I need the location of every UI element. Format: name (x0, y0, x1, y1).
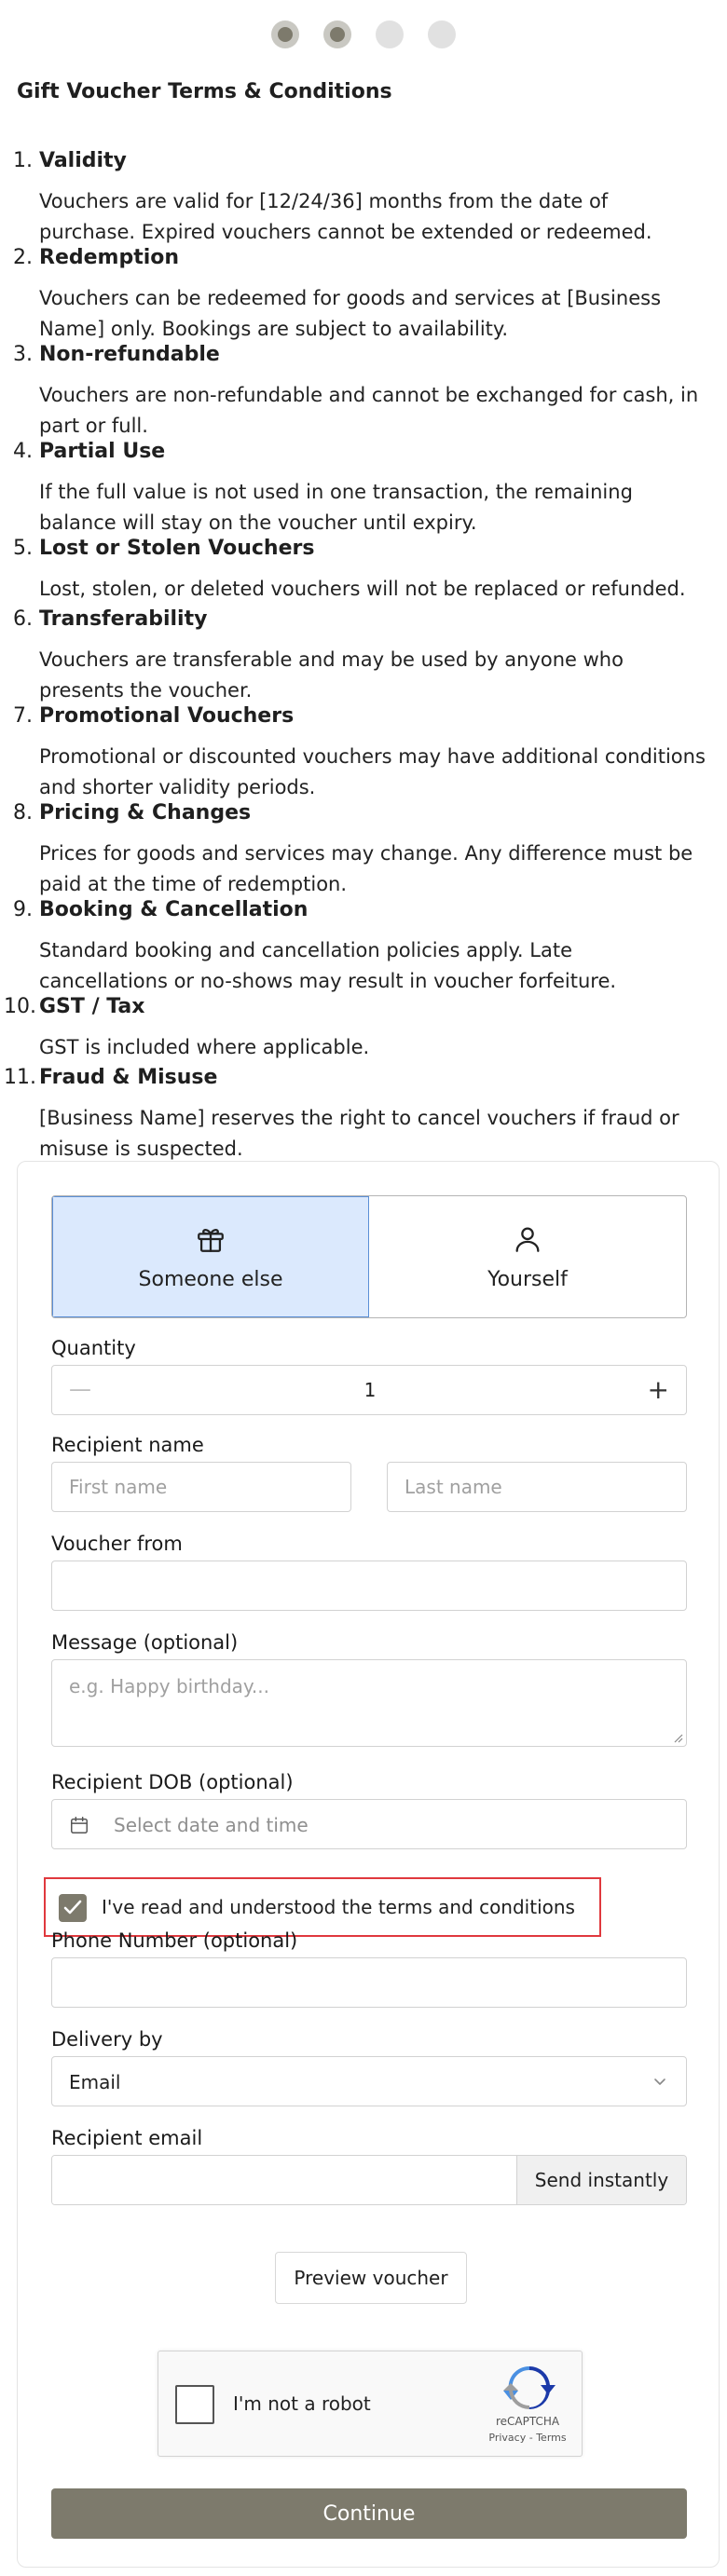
calendar-icon (71, 1817, 88, 1833)
term-number: 10. (4, 995, 36, 1018)
phone-label: Phone Number (optional) (51, 1929, 298, 1952)
last-name-input[interactable] (387, 1462, 687, 1512)
dob-label: Recipient DOB (optional) (51, 1771, 294, 1793)
term-body: [Business Name] reserves the right to ca… (39, 1107, 679, 1160)
term-number: 2. (13, 246, 33, 269)
step-dot-3 (376, 20, 404, 48)
terms-consent-label: I've read and understood the terms and c… (102, 1896, 575, 1918)
delivery-select[interactable]: Email (51, 2056, 687, 2106)
term-heading: Non-refundable (39, 343, 220, 366)
term-number: 11. (4, 1066, 36, 1089)
dob-date-picker[interactable]: Select date and time (51, 1799, 687, 1849)
term-heading: Transferability (39, 607, 208, 631)
resize-handle-icon[interactable] (672, 1732, 683, 1743)
term-number: 4. (13, 440, 33, 463)
tab-label: Someone else (138, 1267, 283, 1291)
term-number: 5. (13, 537, 33, 560)
dob-placeholder: Select date and time (114, 1814, 309, 1836)
term-number: 3. (13, 343, 33, 366)
term-body: Promotional or discounted vouchers may h… (39, 745, 706, 798)
term-number: 7. (13, 704, 33, 728)
user-icon (515, 1227, 540, 1252)
step-dot-1 (271, 20, 299, 48)
recaptcha-checkbox[interactable] (175, 2385, 214, 2424)
send-instantly-button[interactable]: Send instantly (516, 2156, 686, 2204)
voucher-form-card: Someone else Yourself Quantity — 1 + Rec… (17, 1161, 720, 2568)
term-number: 1. (13, 149, 33, 172)
term-heading: Partial Use (39, 440, 166, 463)
message-label: Message (optional) (51, 1631, 239, 1654)
gift-icon (198, 1228, 224, 1252)
quantity-stepper: — 1 + (51, 1365, 687, 1415)
voucher-from-input[interactable] (51, 1561, 687, 1611)
quantity-label: Quantity (51, 1337, 136, 1359)
term-heading: Pricing & Changes (39, 801, 252, 825)
terms-checkbox[interactable] (59, 1894, 87, 1922)
recipient-email-label: Recipient email (51, 2127, 203, 2149)
term-body: Prices for goods and services may change… (39, 842, 693, 895)
delivery-value: Email (69, 2071, 121, 2093)
phone-input[interactable] (51, 1957, 687, 2008)
step-dot-4 (428, 20, 456, 48)
term-number: 8. (13, 801, 33, 825)
increment-button[interactable]: + (648, 1374, 669, 1405)
term-heading: Promotional Vouchers (39, 704, 295, 728)
term-heading: Booking & Cancellation (39, 898, 309, 921)
recipient-email-group: Send instantly (51, 2155, 687, 2205)
tab-someone-else[interactable]: Someone else (52, 1196, 369, 1317)
recaptcha-label: I'm not a robot (233, 2392, 371, 2415)
term-body: Vouchers are valid for [12/24/36] months… (39, 190, 652, 243)
recaptcha-widget: I'm not a robot reCAPTCHA Privacy - Term… (158, 2351, 583, 2457)
term-number: 9. (13, 898, 33, 921)
continue-button[interactable]: Continue (51, 2488, 687, 2539)
voucher-from-label: Voucher from (51, 1533, 183, 1555)
term-body: Standard booking and cancellation polici… (39, 939, 617, 992)
term-body: Vouchers are non-refundable and cannot b… (39, 384, 699, 437)
term-heading: GST / Tax (39, 995, 145, 1018)
terms-consent[interactable]: I've read and understood the terms and c… (44, 1877, 601, 1937)
recaptcha-brand: reCAPTCHA (495, 2415, 560, 2428)
term-heading: Validity (39, 149, 127, 172)
term-number: 6. (13, 607, 33, 631)
message-textarea[interactable] (51, 1659, 687, 1747)
term-body: Vouchers can be redeemed for goods and s… (39, 287, 662, 340)
recaptcha-links[interactable]: Privacy - Terms (485, 2432, 570, 2444)
progress-steps (0, 20, 727, 48)
tab-yourself[interactable]: Yourself (369, 1196, 686, 1317)
step-dot-2 (323, 20, 351, 48)
term-body: Vouchers are transferable and may be use… (39, 648, 624, 702)
recipient-name-label: Recipient name (51, 1434, 204, 1456)
term-body: If the full value is not used in one tra… (39, 481, 633, 534)
first-name-input[interactable] (51, 1462, 351, 1512)
term-heading: Redemption (39, 246, 180, 269)
delivery-label: Delivery by (51, 2028, 163, 2051)
recipient-email-input[interactable] (52, 2156, 518, 2204)
chevron-down-icon (654, 2079, 665, 2085)
checkmark-icon (63, 1900, 82, 1915)
term-body: GST is included where applicable. (39, 1036, 370, 1058)
preview-voucher-button[interactable]: Preview voucher (275, 2252, 467, 2304)
tab-label: Yourself (487, 1267, 568, 1291)
recipient-type-tabs: Someone else Yourself (51, 1195, 687, 1318)
term-body: Lost, stolen, or deleted vouchers will n… (39, 578, 686, 600)
term-heading: Fraud & Misuse (39, 1066, 218, 1089)
terms-title: Gift Voucher Terms & Conditions (17, 80, 392, 103)
quantity-value[interactable]: 1 (52, 1379, 688, 1401)
recaptcha-logo-icon (503, 2365, 556, 2410)
term-heading: Lost or Stolen Vouchers (39, 537, 315, 560)
